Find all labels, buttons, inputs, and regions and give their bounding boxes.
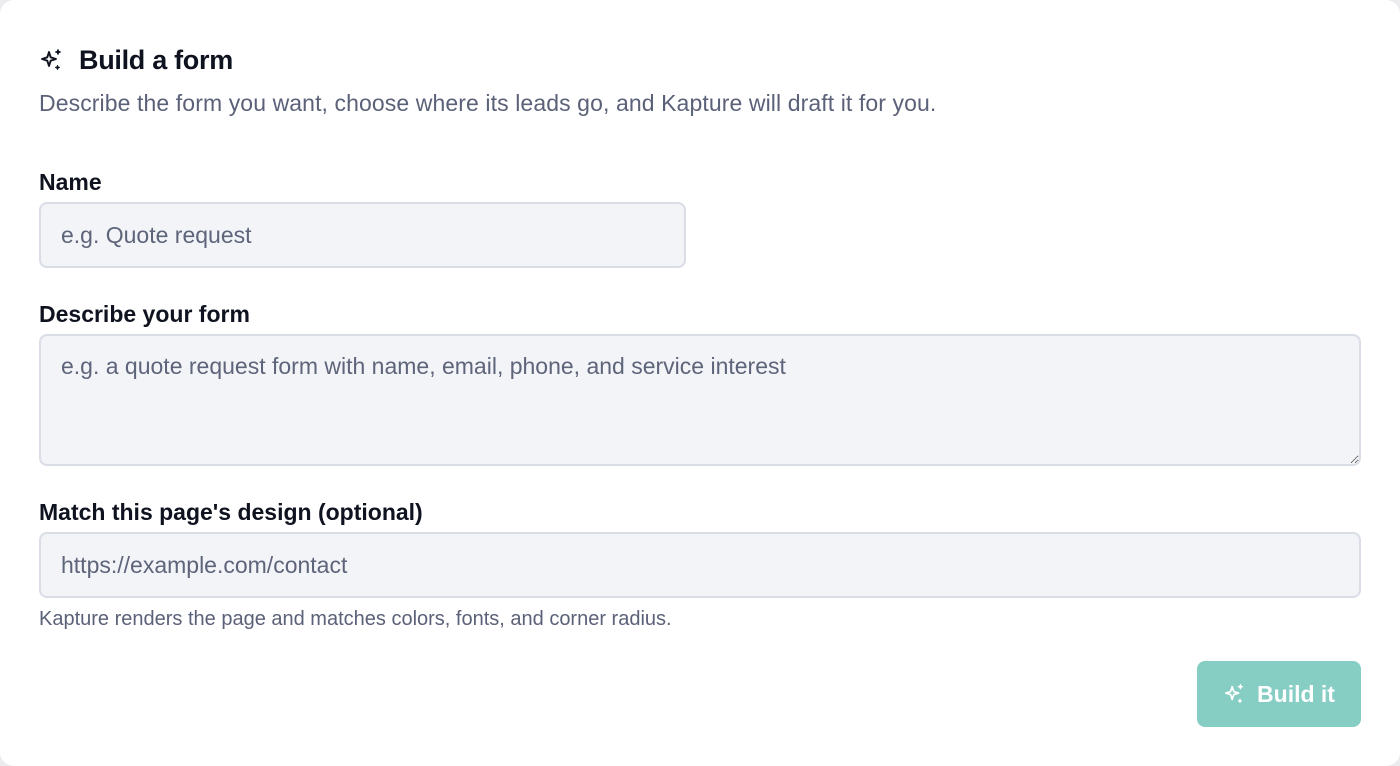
build-it-button[interactable]: Build it (1197, 661, 1361, 727)
name-label: Name (39, 169, 102, 195)
build-form-card: Build a form Describe the form you want,… (0, 0, 1400, 766)
page-title: Build a form (79, 44, 233, 75)
design-url-label: Match this page's design (optional) (39, 499, 423, 525)
build-it-label: Build it (1257, 680, 1335, 707)
description-textarea[interactable] (39, 334, 1361, 466)
design-url-input[interactable] (39, 532, 1361, 598)
sparkles-icon (39, 48, 63, 72)
design-url-help-text: Kapture renders the page and matches col… (39, 608, 672, 630)
sparkles-icon (1223, 683, 1245, 705)
description-label: Describe your form (39, 301, 250, 327)
card-header: Build a form (39, 42, 233, 78)
name-input[interactable] (39, 202, 686, 268)
page-subtitle: Describe the form you want, choose where… (39, 90, 937, 116)
